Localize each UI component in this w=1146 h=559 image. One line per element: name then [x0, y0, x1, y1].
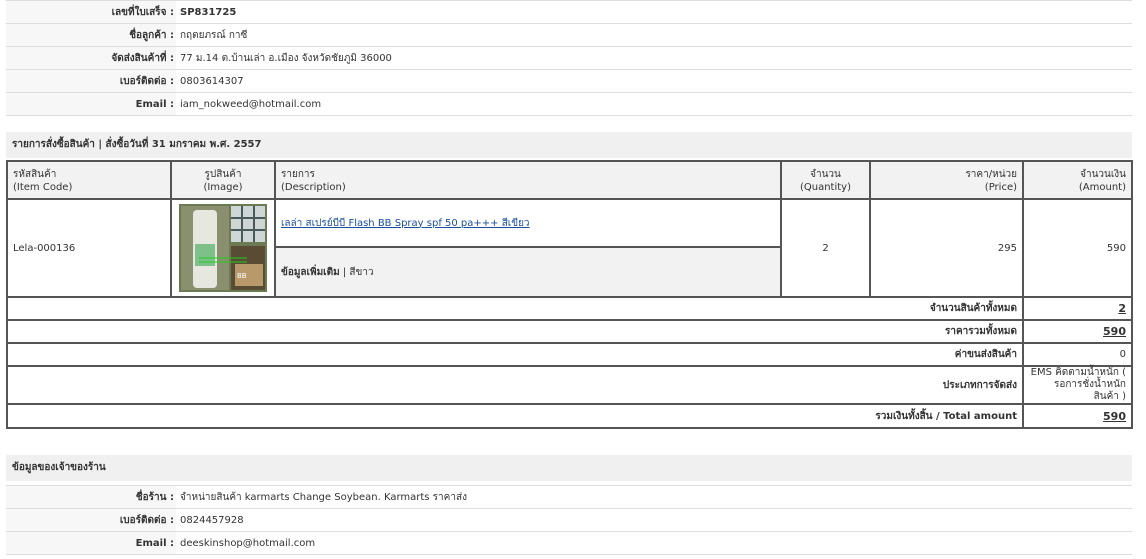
col-header-quantity: จำนวน (Quantity) [780, 160, 871, 200]
shop-section-title: ข้อมูลของเจ้าของร้าน [6, 455, 1132, 481]
col-header-code: รหัสสินค้า (Item Code) [6, 160, 172, 200]
item-description-cell: เลล่า สเปรย์บีบี Flash BB Spray spf 50 p… [274, 198, 782, 248]
item-code: Lela-000136 [6, 198, 172, 298]
receipt-no-row: เลขที่ใบเสร็จ : SP831725 [6, 0, 1132, 24]
item-row: Lela-000136 BB เลล่า สเปรย์บีบี Flash BB… [6, 198, 1133, 298]
svg-text:BB: BB [237, 272, 247, 280]
item-price: 295 [869, 198, 1024, 298]
shipping-label: ค่าขนส่งสินค้า [6, 342, 1024, 367]
shop-name-label: ชื่อร้าน : [6, 485, 176, 509]
total-qty-value: 2 [1022, 296, 1133, 321]
customer-info-table: เลขที่ใบเสร็จ : SP831725 ชื่อลูกค้า : กฤ… [6, 0, 1132, 116]
receipt-no-value: SP831725 [176, 0, 1132, 24]
customer-email-value: iam_nokweed@hotmail.com [176, 92, 1132, 116]
customer-name-label: ชื่อลูกค้า : [6, 23, 176, 47]
grand-total-value: 590 [1022, 403, 1133, 429]
shop-email-value: deeskinshop@hotmail.com [176, 531, 1132, 555]
product-thumbnail[interactable]: BB [179, 204, 267, 292]
summary-shipping-row: ค่าขนส่งสินค้า 0 [6, 342, 1133, 367]
item-amount: 590 [1022, 198, 1133, 298]
total-price-value: 590 [1022, 319, 1133, 344]
shop-name-row: ชื่อร้าน : จำหน่ายสินค้า karmarts Change… [6, 485, 1132, 509]
item-image-cell[interactable]: BB [170, 198, 276, 298]
customer-email-label: Email : [6, 92, 176, 116]
customer-email-row: Email : iam_nokweed@hotmail.com [6, 92, 1132, 116]
ship-type-label: ประเภทการจัดส่ง [6, 365, 1024, 405]
total-price-label: ราคารวมทั้งหมด [6, 319, 1024, 344]
col-header-image: รูปสินค้า (Image) [170, 160, 276, 200]
grand-total-label: รวมเงินทั้งสิ้น / Total amount [6, 403, 1024, 429]
summary-ship-type-row: ประเภทการจัดส่ง EMS คิดตามน้ำหนัก ( รอกา… [6, 365, 1133, 405]
summary-total-price-row: ราคารวมทั้งหมด 590 [6, 319, 1133, 344]
shop-name-value: จำหน่ายสินค้า karmarts Change Soybean. K… [176, 485, 1132, 509]
col-header-description: รายการ (Description) [274, 160, 782, 200]
summary-total-qty-row: จำนวนสินค้าทั้งหมด 2 [6, 296, 1133, 321]
customer-phone-label: เบอร์ติดต่อ : [6, 69, 176, 93]
col-header-price: ราคา/หน่วย (Price) [869, 160, 1024, 200]
shop-phone-value: 0824457928 [176, 508, 1132, 532]
item-quantity: 2 [780, 198, 871, 298]
items-header-row: รหัสสินค้า (Item Code) รูปสินค้า (Image) ร… [6, 160, 1133, 200]
summary-grand-total-row: รวมเงินทั้งสิ้น / Total amount 590 [6, 403, 1133, 429]
shipping-address-row: จัดส่งสินค้าที่ : 77 ม.14 ต.บ้านเล่า อ.เ… [6, 46, 1132, 70]
item-extra-value: | สีขาว [342, 266, 374, 278]
order-section-title: รายการสั่งซื้อสินค้า | สั่งซื้อวันที่ 31… [6, 132, 1132, 158]
customer-name-value: กฤตยภรณ์ กาซี [176, 23, 1132, 47]
customer-phone-value: 0803614307 [176, 69, 1132, 93]
shipping-address-value: 77 ม.14 ต.บ้านเล่า อ.เมือง จังหวัดชัยภูม… [176, 46, 1132, 70]
shop-info-table: ชื่อร้าน : จำหน่ายสินค้า karmarts Change… [6, 485, 1132, 555]
customer-name-row: ชื่อลูกค้า : กฤตยภรณ์ กาซี [6, 23, 1132, 47]
shop-phone-row: เบอร์ติดต่อ : 0824457928 [6, 508, 1132, 532]
item-name-link[interactable]: เลล่า สเปรย์บีบี Flash BB Spray spf 50 p… [281, 218, 530, 229]
order-items-table: รหัสสินค้า (Item Code) รูปสินค้า (Image) ร… [6, 160, 1133, 429]
shop-email-row: Email : deeskinshop@hotmail.com [6, 531, 1132, 555]
total-qty-label: จำนวนสินค้าทั้งหมด [6, 296, 1024, 321]
shipping-address-label: จัดส่งสินค้าที่ : [6, 46, 176, 70]
shop-phone-label: เบอร์ติดต่อ : [6, 508, 176, 532]
ship-type-value: EMS คิดตามน้ำหนัก ( รอการชั่งน้ำหนักสินค… [1022, 365, 1133, 405]
col-header-amount: จำนวนเงิน (Amount) [1022, 160, 1133, 200]
shipping-value: 0 [1022, 342, 1133, 367]
item-extra-cell: ข้อมูลเพิ่มเติม | สีขาว [274, 246, 782, 298]
receipt-no-label: เลขที่ใบเสร็จ : [6, 0, 176, 24]
item-extra-label: ข้อมูลเพิ่มเติม [281, 266, 340, 278]
shop-email-label: Email : [6, 531, 176, 555]
customer-phone-row: เบอร์ติดต่อ : 0803614307 [6, 69, 1132, 93]
